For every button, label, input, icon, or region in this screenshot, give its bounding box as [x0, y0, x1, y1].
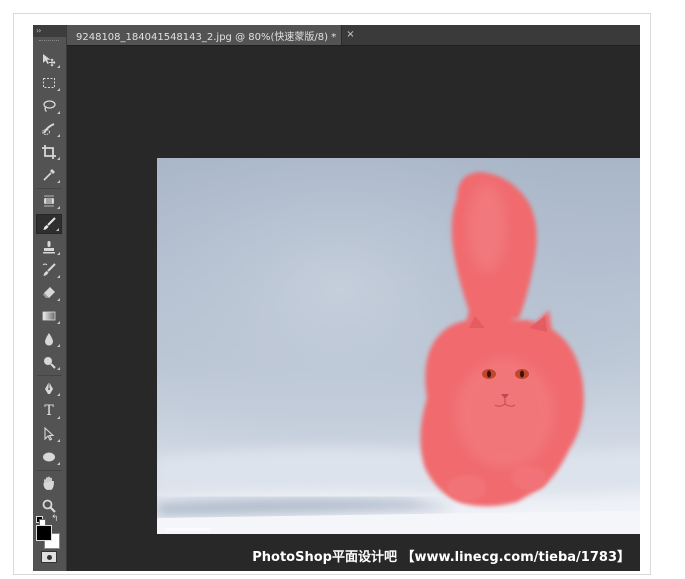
quick-mask-mode-button[interactable]: [41, 551, 57, 563]
canvas-area[interactable]: PhotoShop平面设计吧 【www.linecg.com/tieba/178…: [67, 46, 640, 571]
mask-circle-icon: [46, 554, 52, 560]
document-tab-bar: 9248108_184041548143_2.jpg @ 80%(快速蒙版/8)…: [67, 25, 640, 46]
type-tool[interactable]: T: [36, 401, 62, 421]
blur-tool[interactable]: [36, 329, 62, 349]
brush-tool[interactable]: [36, 214, 62, 234]
default-colors-icon[interactable]: [36, 516, 46, 526]
cat-in-snow-photo: [157, 158, 640, 534]
lasso-tool[interactable]: [36, 96, 62, 116]
ellipse-tool[interactable]: [36, 447, 62, 467]
path-selection-tool[interactable]: [36, 424, 62, 444]
document-tab[interactable]: 9248108_184041548143_2.jpg @ 80%(快速蒙版/8)…: [67, 25, 355, 45]
history-brush-tool[interactable]: [36, 260, 62, 280]
panel-drag-handle[interactable]: [39, 40, 59, 44]
zoom-tool[interactable]: [36, 496, 62, 516]
close-icon[interactable]: ×: [346, 25, 354, 45]
gradient-tool[interactable]: [36, 306, 62, 326]
document-tab-title: 9248108_184041548143_2.jpg @ 80%(快速蒙版/8)…: [76, 31, 337, 43]
quick-selection-tool[interactable]: [36, 119, 62, 139]
clone-stamp-tool[interactable]: [36, 237, 62, 257]
watermark-text: PhotoShop平面设计吧 【www.linecg.com/tieba/178…: [252, 550, 630, 565]
type-icon: T: [44, 403, 54, 419]
panel-collapse-grip[interactable]: ››: [33, 25, 66, 37]
healing-brush-tool[interactable]: [36, 191, 62, 211]
hand-icon: [43, 476, 54, 490]
hand-tool[interactable]: [36, 473, 62, 493]
tool-separator: [37, 188, 62, 189]
eyedropper-tool[interactable]: [36, 165, 62, 185]
document-image[interactable]: [157, 158, 640, 534]
move-tool[interactable]: [36, 50, 62, 70]
marquee-tool[interactable]: [36, 73, 62, 93]
foreground-color-swatch[interactable]: [36, 525, 52, 541]
tool-separator: [37, 470, 62, 471]
swap-colors-icon[interactable]: ↰: [51, 515, 59, 524]
crop-tool[interactable]: [36, 142, 62, 162]
zoom-icon: [42, 499, 56, 513]
dodge-tool[interactable]: [36, 352, 62, 372]
eraser-tool[interactable]: [36, 283, 62, 303]
photoshop-window: ›› T ↰ 9248108_184041548143_2.jpg @ 80%(…: [33, 25, 640, 571]
pen-tool[interactable]: [36, 378, 62, 398]
tool-separator: [37, 375, 62, 376]
tools-panel: ›› T ↰: [33, 25, 67, 571]
